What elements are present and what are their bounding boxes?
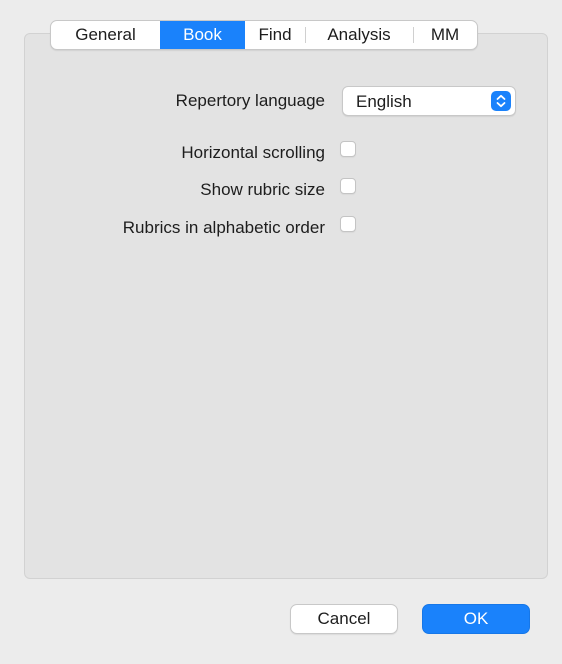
cancel-button[interactable]: Cancel [290, 604, 398, 634]
tab-mm[interactable]: MM [413, 21, 477, 49]
repertory-language-value: English [356, 92, 412, 111]
rubrics-alphabetic-order-label: Rubrics in alphabetic order [122, 218, 325, 237]
repertory-language-label: Repertory language [175, 91, 325, 110]
tab-find[interactable]: Find [245, 21, 305, 49]
tab-book[interactable]: Book [160, 21, 245, 49]
show-rubric-size-label: Show rubric size [200, 180, 325, 199]
horizontal-scrolling-label: Horizontal scrolling [181, 143, 325, 162]
ok-button[interactable]: OK [422, 604, 530, 634]
rubrics-alphabetic-order-checkbox[interactable] [340, 216, 356, 232]
horizontal-scrolling-checkbox[interactable] [340, 141, 356, 157]
tab-bar: General Book Find Analysis MM [50, 20, 478, 50]
tab-general[interactable]: General [51, 21, 160, 49]
repertory-language-select[interactable]: English [342, 86, 516, 116]
show-rubric-size-checkbox[interactable] [340, 178, 356, 194]
tab-analysis[interactable]: Analysis [305, 21, 413, 49]
up-down-chevron-icon [491, 91, 511, 111]
